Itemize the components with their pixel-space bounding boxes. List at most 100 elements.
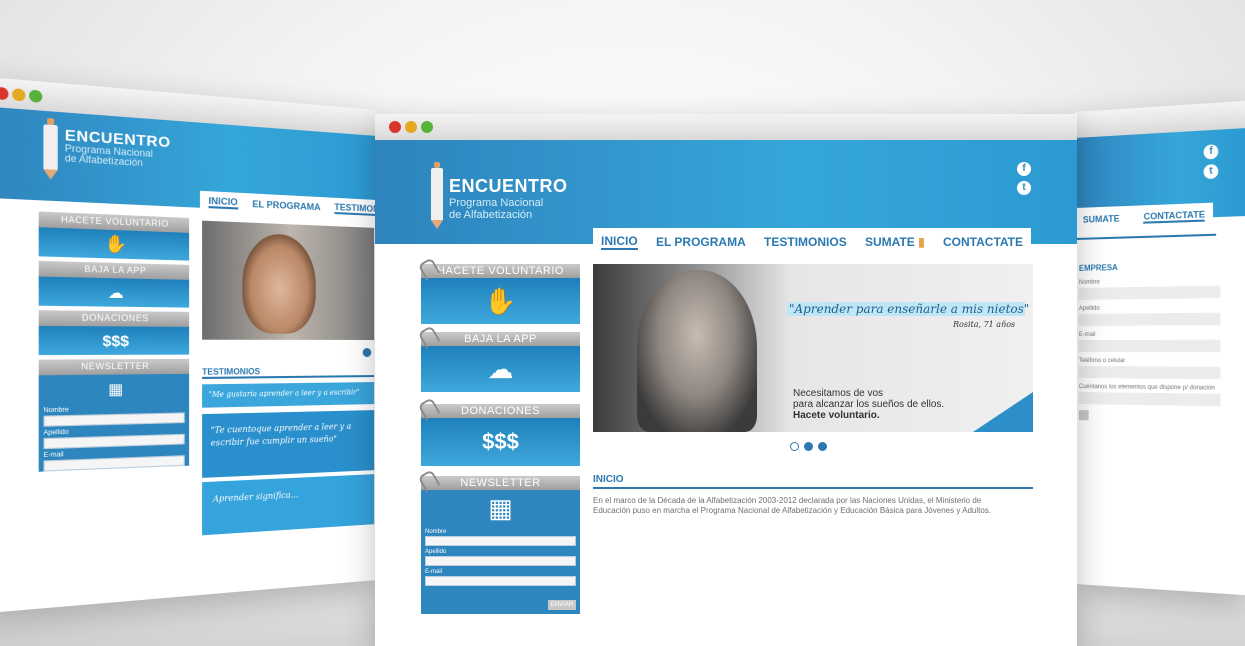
left-browser-window: ENCUENTRO Programa Nacional de Alfabetiz…	[0, 76, 378, 614]
pager-dot-3[interactable]	[818, 442, 827, 451]
brand-subtitle-2: de Alfabetización	[449, 209, 533, 221]
nav-underline	[1075, 233, 1217, 240]
pager-dot-1[interactable]	[790, 442, 799, 451]
nav-testimonios[interactable]: TESTIMONIOS	[334, 201, 378, 217]
input-email[interactable]	[1078, 339, 1221, 353]
nav-contactate[interactable]: CONTACTATE	[1143, 209, 1206, 224]
nav-programa[interactable]: EL PROGRAMA	[656, 235, 746, 249]
label-apellido: Apellido	[425, 549, 447, 555]
window-chrome	[375, 114, 1077, 140]
input-telefono[interactable]	[1078, 366, 1221, 380]
social-links: f t	[1017, 162, 1031, 200]
right-browser-window: f t SUMATE CONTACTATE EMPRESA Nombre Ape…	[1075, 100, 1245, 596]
pencil-logo-icon	[43, 117, 58, 180]
widget-title: DONACIONES	[38, 310, 190, 327]
widget-newsletter: NEWSLETTER ▦ Nombre Apellido E-mail ENVI…	[417, 469, 580, 614]
widget-title: HACETE VOLUNTARIO	[421, 264, 580, 278]
hero-message: Necesitamos de vos para alcanzar los sue…	[793, 388, 944, 421]
hero-portrait	[202, 220, 375, 340]
maximize-dot[interactable]	[29, 89, 43, 103]
input-apellido[interactable]	[425, 556, 576, 566]
hero-banner[interactable]: "Aprender para enseñarle a mis nietos" R…	[593, 264, 1033, 432]
brand-subtitle-1: Programa Nacional	[449, 197, 544, 209]
label-nombre: Nombre	[425, 529, 447, 535]
twitter-icon[interactable]: t	[1203, 163, 1219, 180]
nav-programa[interactable]: EL PROGRAMA	[252, 199, 320, 213]
nav-testimonios[interactable]: TESTIMONIOS	[764, 235, 847, 249]
social-links: f t	[1203, 144, 1219, 184]
input-nombre[interactable]	[425, 536, 576, 546]
label-email: E-mail	[425, 569, 443, 575]
inicio-paragraph: En el marco de la Década de la Alfabetiz…	[593, 496, 992, 515]
nav-sumate-label: SUMATE	[864, 235, 915, 249]
hero-quote-author: Rosita, 71 años	[953, 320, 1016, 329]
dollar-icon: $$$	[421, 418, 580, 466]
testimonios-title: TESTIMONIOS	[202, 366, 375, 380]
testimonio-card-2[interactable]: "Te cuentoque aprender a leer y a escrib…	[202, 410, 375, 478]
input-nombre[interactable]	[43, 412, 185, 427]
contact-form: Nombre Apellido E-mail Teléfono o celula…	[1078, 277, 1221, 423]
pager-dot-2[interactable]	[804, 442, 813, 451]
form-title: EMPRESA	[1078, 263, 1118, 273]
widget-title: NEWSLETTER	[421, 476, 580, 490]
widget-app[interactable]: BAJA LA APP ☁	[417, 325, 580, 392]
nav-inicio[interactable]: INICIO	[208, 195, 238, 210]
widget-app[interactable]: BAJA LA APP ☁	[38, 260, 190, 308]
nav-sumate[interactable]: SUMATE	[1083, 213, 1120, 224]
hero-quote: "Aprender para enseñarle a mis nietos"	[789, 302, 1030, 316]
hand-pointer-icon: ▮	[918, 235, 925, 249]
facebook-icon[interactable]: f	[1017, 162, 1031, 176]
twitter-icon[interactable]: t	[1017, 181, 1031, 195]
input-apellido[interactable]	[1078, 312, 1221, 326]
main-browser-window: ENCUENTRO Programa Nacional de Alfabetiz…	[375, 114, 1077, 646]
hand-icon: ✋	[38, 227, 190, 261]
widget-donaciones[interactable]: DONACIONES $$$	[38, 310, 190, 356]
close-dot[interactable]	[0, 86, 9, 101]
cloud-download-icon: ☁	[421, 346, 580, 392]
widget-voluntario[interactable]: HACETE VOLUNTARIO ✋	[417, 257, 580, 324]
widget-newsletter: NEWSLETTER ▦ Nombre Apellido E-mail	[38, 358, 190, 472]
pencil-logo-icon	[431, 162, 443, 229]
site-logo[interactable]: ENCUENTRO Programa Nacional de Alfabetiz…	[431, 162, 568, 229]
input-nombre[interactable]	[1078, 285, 1221, 300]
person-face	[242, 232, 316, 334]
nav-sumate[interactable]: SUMATE ▮	[865, 235, 925, 249]
input-donacion[interactable]	[1078, 392, 1221, 407]
close-dot[interactable]	[389, 121, 401, 133]
slider-pager[interactable]	[362, 348, 372, 358]
newsletter-send-button[interactable]: ENVIAR	[548, 600, 576, 610]
minimize-dot[interactable]	[405, 121, 417, 133]
hero-line-2: para alcanzar los sueños de ellos.	[793, 399, 945, 410]
widget-title: DONACIONES	[421, 404, 580, 418]
hero-cta[interactable]: Hacete voluntario.	[793, 410, 944, 421]
main-nav: SUMATE CONTACTATE	[1075, 202, 1214, 232]
slider-pager	[790, 442, 827, 451]
hand-icon: ✋	[421, 278, 580, 324]
newspaper-icon: ▦	[488, 492, 513, 523]
hero-corner-badge	[973, 392, 1033, 432]
testimonio-quote-2: "Te cuentoque aprender a leer y a escrib…	[210, 421, 352, 448]
hero-line-1: Necesitamos de vos	[793, 388, 884, 399]
nav-inicio[interactable]: INICIO	[601, 234, 638, 250]
dollar-icon: $$$	[38, 325, 190, 356]
label-email: E-mail	[1078, 331, 1096, 338]
elderly-person-photo	[637, 270, 757, 432]
main-nav: INICIO EL PROGRAMA TESTIMONIOS SUMATE ▮ …	[593, 228, 1031, 256]
widget-donaciones[interactable]: DONACIONES $$$	[417, 397, 580, 466]
testimonio-card-1[interactable]: "Me gustaría aprender a leer y a escribi…	[202, 382, 375, 408]
brand-name: ENCUENTRO	[449, 176, 568, 196]
testimonio-card-3[interactable]: Aprender significa...	[202, 474, 375, 536]
cloud-download-icon: ☁	[38, 276, 190, 308]
widget-title: BAJA LA APP	[421, 332, 580, 346]
site-logo[interactable]: ENCUENTRO Programa Nacional de Alfabetiz…	[43, 117, 171, 186]
inicio-section-title: INICIO	[593, 474, 1033, 489]
facebook-icon[interactable]: f	[1203, 144, 1219, 160]
nav-contactate[interactable]: CONTACTATE	[943, 235, 1023, 249]
testimonio-quote-3: Aprender significa...	[212, 490, 299, 504]
maximize-dot[interactable]	[421, 121, 433, 133]
input-email[interactable]	[425, 576, 576, 586]
testimonio-quote-1: "Me gustaría aprender a leer y a escribi…	[208, 388, 360, 400]
minimize-dot[interactable]	[12, 88, 26, 102]
send-button[interactable]	[1078, 410, 1089, 421]
widget-voluntario[interactable]: HACETE VOLUNTARIO ✋	[38, 211, 190, 261]
